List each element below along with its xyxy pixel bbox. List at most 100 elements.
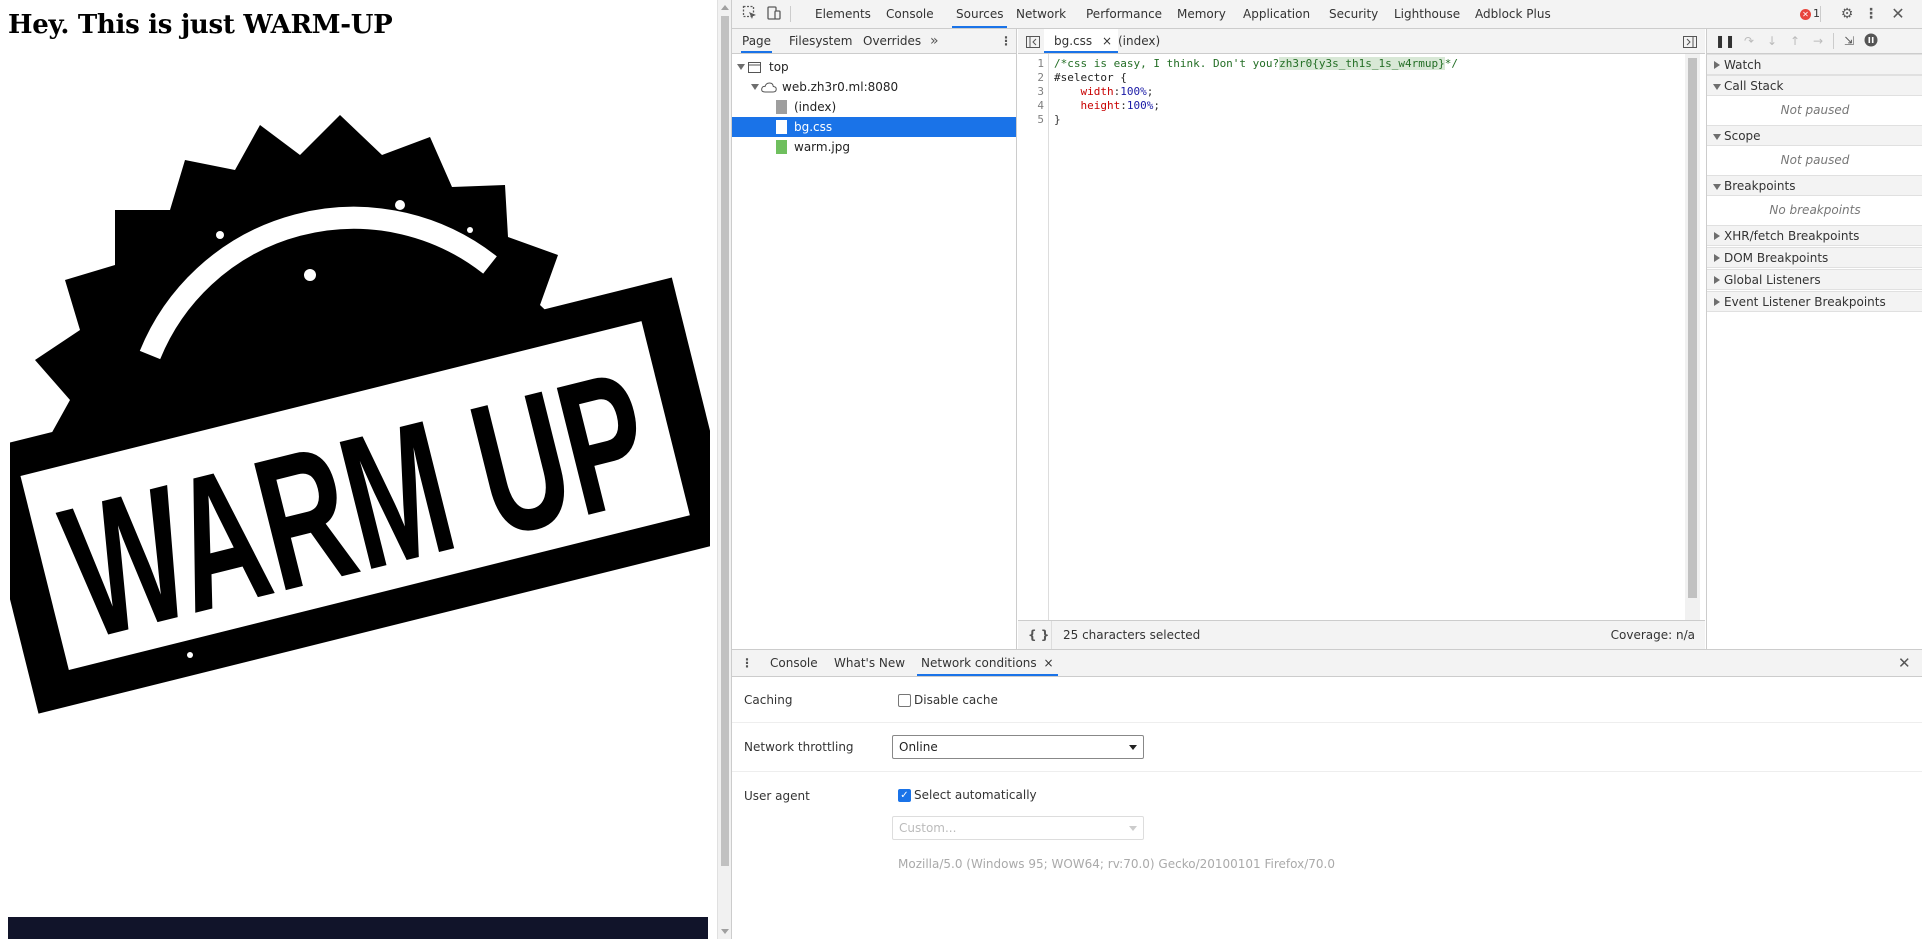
css-property: width [1080,85,1114,98]
tab-adblock-plus[interactable]: Adblock Plus [1475,0,1551,28]
tab-sources[interactable]: Sources [952,0,1008,28]
tab-application[interactable]: Application [1243,0,1310,28]
tab-elements[interactable]: Elements [815,0,871,28]
close-tab-icon[interactable]: × [1043,656,1053,670]
close-drawer-icon[interactable]: ✕ [1898,650,1911,676]
coverage-status[interactable]: Coverage: n/a [1611,621,1695,649]
drawer-menu-icon[interactable]: ⋮ [741,650,753,676]
disable-cache-checkbox[interactable] [898,694,911,707]
pane-watch[interactable]: Watch [1707,54,1922,75]
expand-triangle-icon[interactable] [737,64,745,70]
collapsed-triangle-icon [1714,61,1720,69]
image-file-icon [776,140,787,154]
throttling-row: Network throttling Online [732,723,1922,772]
caching-row: Caching Disable cache [732,677,1922,723]
pause-icon[interactable]: ❚❚ [1715,33,1735,49]
step-out-icon[interactable]: ↑ [1787,33,1803,49]
page-scrollbar[interactable] [717,0,731,939]
user-agent-label: User agent [744,789,810,803]
code-editor[interactable]: /*css is easy, I think. Don't you?zh3r0{… [1054,54,1684,620]
drawer-tab-console[interactable]: Console [770,650,818,676]
pane-dom-breakpoints[interactable]: DOM Breakpoints [1707,247,1922,268]
disable-cache-label[interactable]: Disable cache [914,693,998,707]
more-tabs-chevron-icon[interactable]: » [930,29,939,53]
code-line-4: height:100%; [1080,99,1161,112]
page-viewport: Hey. This is just WARM-UP WARM UP [0,0,717,939]
tab-lighthouse[interactable]: Lighthouse [1394,0,1460,28]
toggle-navigator-icon[interactable] [1026,29,1040,53]
tree-item-origin[interactable]: web.zh3r0.ml:8080 [732,77,1016,97]
close-devtools-icon[interactable]: ✕ [1889,5,1907,23]
pretty-print-icon[interactable]: { } [1028,621,1049,649]
step-into-icon[interactable]: ↓ [1764,33,1780,49]
user-agent-string: Mozilla/5.0 (Windows 95; WOW64; rv:70.0)… [898,857,1335,871]
more-options-icon[interactable]: ⋮ [1862,5,1880,23]
custom-user-agent-select[interactable]: Custom... [892,816,1144,840]
tree-item-index[interactable]: (index) [732,97,1016,117]
code-line-1: /*css is easy, I think. Don't you?zh3r0{… [1054,57,1458,71]
pause-on-exceptions-icon[interactable] [1863,33,1879,49]
drawer-tab-network-conditions[interactable]: Network conditions × [917,650,1058,676]
user-agent-row: User agent ✓ Select automatically Custom… [732,772,1922,882]
pane-breakpoints[interactable]: Breakpoints [1707,175,1922,196]
select-automatically-checkbox[interactable]: ✓ [898,789,911,802]
chevron-down-icon [1129,826,1137,831]
debugger-toolbar: ❚❚ ↷ ↓ ↑ → ⇲ [1707,29,1922,54]
step-over-icon[interactable]: ↷ [1741,33,1757,49]
editor-tab-bg-css[interactable]: bg.css × [1044,29,1119,53]
tree-label-index: (index) [794,100,837,114]
tab-security[interactable]: Security [1329,0,1378,28]
css-comment-end: */ [1444,57,1458,70]
drawer-tab-whats-new[interactable]: What's New [834,650,905,676]
pane-title: Global Listeners [1724,273,1821,287]
frame-icon [748,62,761,73]
tab-page[interactable]: Page [741,29,773,53]
tab-filesystem[interactable]: Filesystem [789,29,852,53]
expand-triangle-icon[interactable] [751,84,759,90]
tab-overrides[interactable]: Overrides [863,29,921,53]
throttling-label: Network throttling [744,740,854,754]
css-comment: /*css is easy, I think. Don't you? [1054,57,1280,70]
editor-tab-index[interactable]: (index) [1118,29,1160,53]
tab-memory[interactable]: Memory [1177,0,1226,28]
code-line-5: } [1054,113,1061,127]
close-tab-icon[interactable]: × [1102,34,1112,48]
pane-title: Event Listener Breakpoints [1724,295,1886,309]
code-line-2: #selector { [1054,71,1127,85]
tree-item-top[interactable]: top [732,57,1016,77]
tab-performance[interactable]: Performance [1086,0,1162,28]
settings-gear-icon[interactable]: ⚙ [1838,5,1856,23]
collapsed-triangle-icon [1714,232,1720,240]
css-brace: } [1054,113,1061,126]
toolbar-separator [1833,33,1834,49]
tab-network[interactable]: Network [1016,0,1066,28]
sources-navigator: Page Filesystem Overrides » ⋮ top web.zh… [732,29,1017,649]
select-automatically-label[interactable]: Select automatically [914,788,1037,802]
scroll-down-arrow-icon[interactable] [721,929,729,934]
deactivate-breakpoints-icon[interactable]: ⇲ [1841,33,1857,49]
inspect-element-icon[interactable] [741,5,759,23]
step-icon[interactable]: → [1810,33,1826,49]
toggle-debugger-icon[interactable] [1683,29,1697,53]
pane-scope[interactable]: Scope [1707,125,1922,146]
scroll-up-arrow-icon[interactable] [721,5,729,10]
tree-item-warm-jpg[interactable]: warm.jpg [732,137,1016,157]
pane-xhr-breakpoints[interactable]: XHR/fetch Breakpoints [1707,225,1922,246]
pane-global-listeners[interactable]: Global Listeners [1707,269,1922,290]
throttling-select[interactable]: Online [892,735,1144,759]
pane-call-stack[interactable]: Call Stack [1707,75,1922,96]
navigator-menu-icon[interactable]: ⋮ [1000,29,1012,53]
tab-console[interactable]: Console [886,0,934,28]
scrollbar-thumb[interactable] [1688,58,1697,598]
collapsed-triangle-icon [1714,254,1720,262]
pane-title: XHR/fetch Breakpoints [1724,229,1860,243]
tree-item-bg-css[interactable]: bg.css [732,117,1016,137]
debugger-sidebar: ❚❚ ↷ ↓ ↑ → ⇲ Watch Call Stack Not paused… [1706,29,1922,649]
scrollbar-thumb[interactable] [721,16,729,866]
error-count-badge[interactable]: ✕ 1 [1800,7,1820,20]
pane-title: Scope [1724,129,1761,143]
css-value: 100% [1126,99,1154,112]
device-toolbar-icon[interactable] [765,5,783,23]
editor-scrollbar[interactable] [1685,54,1700,620]
pane-event-listener-breakpoints[interactable]: Event Listener Breakpoints [1707,291,1922,312]
